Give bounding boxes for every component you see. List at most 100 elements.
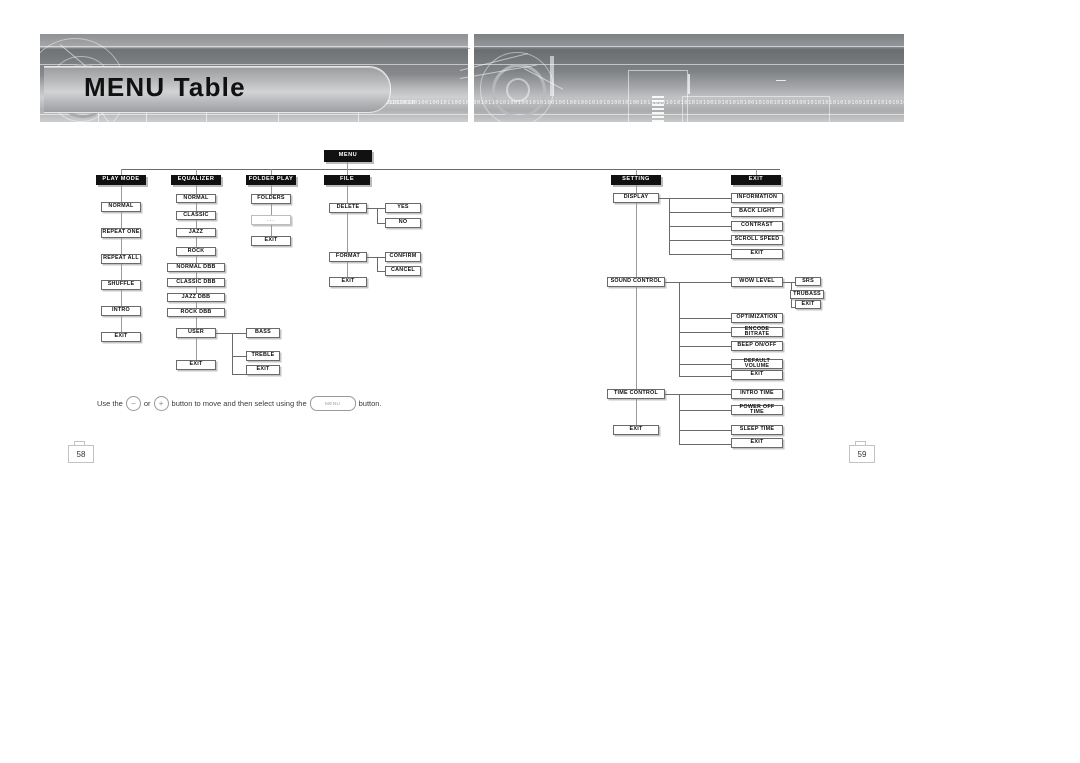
connector [679, 282, 680, 376]
tree-node-ellipsis[interactable]: ... [251, 215, 291, 225]
tree-node[interactable]: DEFAULT VOLUME [731, 358, 783, 369]
tree-node-wow-level[interactable]: WOW LEVEL [731, 277, 783, 287]
connector [669, 226, 731, 227]
tree-header-file[interactable]: FILE [324, 175, 370, 185]
connector [121, 212, 122, 228]
connector [121, 264, 122, 280]
connector [679, 394, 731, 395]
tree-node[interactable]: JAZZ DBB [167, 293, 225, 302]
minus-button-icon: − [125, 396, 141, 411]
tree-node[interactable]: NO [385, 218, 421, 228]
connector [636, 185, 637, 193]
tree-node[interactable]: ENCODE BITRATE [731, 326, 783, 337]
tree-node[interactable]: EXIT [731, 249, 783, 259]
tree-node[interactable]: NORMAL [176, 194, 216, 203]
connector-bus [121, 169, 780, 170]
tree-node[interactable]: EXIT [251, 236, 291, 246]
tree-node[interactable]: EXIT [329, 277, 367, 287]
tree-node[interactable]: EXIT [731, 370, 783, 380]
tree-node[interactable]: CONTRAST [731, 221, 783, 231]
caption-text-4: button. [358, 399, 382, 408]
tree-node[interactable]: TREBLE [246, 351, 280, 361]
tree-header-setting[interactable]: SETTING [611, 175, 661, 185]
tree-node-menu-root[interactable]: MENU [324, 150, 372, 162]
tree-node[interactable]: TRUBASS [790, 290, 824, 299]
tree-node[interactable]: CLASSIC [176, 211, 216, 220]
tree-node[interactable]: JAZZ [176, 228, 216, 237]
plus-button-icon: + [153, 396, 169, 411]
connector [347, 262, 348, 277]
connector [636, 287, 637, 389]
connector [271, 225, 272, 236]
instruction-caption: Use the − or + button to move and then s… [97, 396, 382, 411]
connector [377, 257, 378, 271]
tree-node[interactable]: EXIT [101, 332, 141, 342]
connector [232, 333, 233, 374]
connector [636, 203, 637, 277]
tree-node[interactable]: SCROLL SPEED [731, 235, 783, 245]
tree-header-folder-play[interactable]: FOLDER PLAY [246, 175, 296, 185]
connector [347, 213, 348, 252]
tree-node[interactable]: REPEAT ONE [101, 228, 141, 238]
tree-header-equalizer[interactable]: EQUALIZER [171, 175, 221, 185]
tree-node[interactable]: SRS [795, 277, 821, 286]
tree-node[interactable]: BACK LIGHT [731, 207, 783, 217]
tree-node[interactable]: OPTIMIZATION [731, 313, 783, 323]
tree-header-exit[interactable]: EXIT [731, 175, 781, 185]
connector [669, 254, 731, 255]
tree-node[interactable]: SLEEP TIME [731, 425, 783, 435]
tree-node[interactable]: ROCK DBB [167, 308, 225, 317]
connector [347, 162, 348, 169]
tree-node[interactable]: CLASSIC DBB [167, 278, 225, 287]
tree-node[interactable]: EXIT [795, 300, 821, 309]
connector [679, 364, 731, 365]
connector [377, 208, 385, 209]
tree-node-delete[interactable]: DELETE [329, 203, 367, 213]
connector [679, 430, 731, 431]
tree-node[interactable]: CONFIRM [385, 252, 421, 262]
tree-node[interactable]: EXIT [731, 438, 783, 448]
connector [679, 282, 731, 283]
tree-node[interactable]: REPEAT ALL [101, 254, 141, 264]
connector [121, 316, 122, 332]
tree-node[interactable]: NORMAL DBB [167, 263, 225, 272]
tree-node-time-control[interactable]: TIME CONTROL [607, 389, 665, 399]
tree-node-display[interactable]: DISPLAY [613, 193, 659, 203]
tree-node[interactable]: BASS [246, 328, 280, 338]
connector [377, 271, 385, 272]
tree-node[interactable]: INFORMATION [731, 193, 783, 203]
tree-node[interactable]: EXIT [613, 425, 659, 435]
tree-node[interactable]: NORMAL [101, 202, 141, 212]
tree-node[interactable]: INTRO [101, 306, 141, 316]
caption-text-3: button to move and then select using the [171, 399, 307, 408]
tree-node-format[interactable]: FORMAT [329, 252, 367, 262]
connector [271, 204, 272, 215]
tree-node[interactable]: ROCK [176, 247, 216, 256]
page-number-right: 59 [849, 445, 875, 463]
connector [669, 240, 731, 241]
tree-header-play-mode[interactable]: PLAY MODE [96, 175, 146, 185]
menu-tree-diagram: MENU PLAY MODE NORMAL REPEAT ONE REPEAT … [0, 0, 1080, 500]
connector [679, 410, 731, 411]
connector [679, 376, 731, 377]
tree-node[interactable]: CANCEL [385, 266, 421, 276]
connector [121, 185, 122, 202]
tree-node[interactable]: POWER OFF TIME [731, 404, 783, 415]
tree-node[interactable]: EXIT [176, 360, 216, 370]
connector [669, 198, 731, 199]
connector [377, 257, 385, 258]
tree-node[interactable]: SHUFFLE [101, 280, 141, 290]
tree-node[interactable]: EXIT [246, 365, 280, 375]
tree-node-sound-control[interactable]: SOUND CONTROL [607, 277, 665, 287]
connector [347, 185, 348, 203]
tree-node[interactable]: INTRO TIME [731, 389, 783, 399]
tree-node[interactable]: YES [385, 203, 421, 213]
connector [271, 185, 272, 194]
connector [377, 223, 385, 224]
tree-node-user[interactable]: USER [176, 328, 216, 338]
tree-node[interactable]: BEEP ON/OFF [731, 341, 783, 351]
caption-text-2: or [143, 399, 151, 408]
connector [367, 257, 377, 258]
connector [679, 346, 731, 347]
tree-node[interactable]: FOLDERS [251, 194, 291, 204]
